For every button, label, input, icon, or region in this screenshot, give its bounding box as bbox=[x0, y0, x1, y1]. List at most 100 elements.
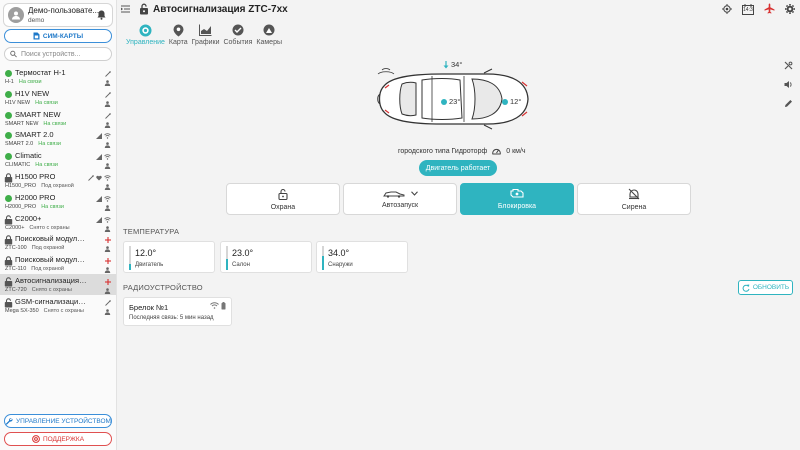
tab-cameras[interactable]: Камеры bbox=[256, 23, 282, 46]
device-meta: ZTC-110 Под охраной bbox=[5, 266, 64, 272]
user-menu[interactable]: Демо-пользовате... demo bbox=[3, 3, 113, 27]
tab-map-label: Карта bbox=[168, 39, 188, 46]
antenna-icon bbox=[105, 91, 111, 100]
speedometer-icon bbox=[492, 148, 501, 155]
device-meta: ZTC-720 Снято с охраны bbox=[5, 287, 72, 293]
tab-events[interactable]: События bbox=[223, 23, 252, 46]
device-name: GSM-сигнализация ... bbox=[15, 296, 87, 306]
engine-block-button[interactable]: Блокировка bbox=[460, 183, 574, 215]
wifi-icon bbox=[104, 174, 111, 183]
device-list-item[interactable]: H1500 PRO H1500_PRO Под охраной bbox=[0, 170, 116, 191]
device-list-item[interactable]: SMART 2.0 SMART 2.0 На связи bbox=[0, 128, 116, 149]
device-model: ZTC-110 bbox=[5, 266, 27, 273]
tab-map[interactable]: Карта bbox=[169, 23, 188, 46]
person-icon bbox=[104, 308, 111, 317]
online-status-dot bbox=[5, 111, 12, 119]
tab-charts[interactable]: Графики bbox=[192, 23, 219, 46]
tab-cameras-label: Камеры bbox=[256, 39, 282, 46]
avatar bbox=[8, 7, 24, 23]
tab-control-label: Управление bbox=[126, 39, 165, 46]
antenna-icon bbox=[105, 299, 111, 308]
keyfob-card[interactable]: Брелок №1 Последняя связь: 5 мин назад bbox=[123, 297, 232, 326]
settings-gear-icon[interactable] bbox=[785, 3, 795, 16]
device-status: Снято с охраны bbox=[31, 287, 72, 293]
camera-icon bbox=[262, 23, 276, 37]
device-meta: H-1 На связи bbox=[5, 79, 42, 85]
device-status-icons bbox=[105, 257, 111, 266]
device-status: На связи bbox=[18, 79, 42, 85]
calendar-label: 14:3 bbox=[743, 7, 753, 13]
cabin-temp-value: 23° bbox=[449, 97, 461, 106]
sim-cards-button[interactable]: СИМ-КАРТЫ bbox=[4, 29, 112, 43]
autostart-button[interactable]: Автозапуск bbox=[343, 183, 457, 215]
bell-icon[interactable] bbox=[97, 10, 106, 22]
device-status-icons bbox=[96, 132, 111, 141]
car-info: городского типа Гидроторф 0 км/ч bbox=[398, 147, 526, 155]
device-name: SMART 2.0 bbox=[15, 130, 54, 140]
refresh-button[interactable]: ОБНОВИТЬ bbox=[738, 280, 793, 295]
device-name: H1500 PRO bbox=[15, 172, 56, 181]
tab-control[interactable]: Управление bbox=[126, 23, 165, 46]
device-name: Автосигнализация Z... bbox=[15, 276, 87, 285]
device-list-item[interactable]: H2000 PRO H2000_PRO На связи bbox=[0, 191, 116, 212]
device-search[interactable] bbox=[4, 47, 112, 61]
car-location: городского типа Гидроторф bbox=[398, 147, 488, 155]
device-status: Снято с охраны bbox=[29, 224, 70, 231]
device-status-icons bbox=[105, 278, 111, 287]
refresh-icon bbox=[742, 284, 750, 292]
device-list-item[interactable]: Поисковый модуль ... ZTC-110 Под охраной bbox=[0, 253, 116, 274]
siren-button[interactable]: Сирена bbox=[577, 183, 691, 215]
device-list-item[interactable]: Автосигнализация Z... ZTC-720 Снято с охра… bbox=[0, 274, 116, 295]
device-status: Под охраной bbox=[31, 245, 65, 252]
support-button[interactable]: ПОДДЕРЖКА bbox=[4, 432, 112, 446]
device-name: SMART NEW bbox=[15, 109, 61, 119]
lock-open-icon bbox=[139, 3, 149, 17]
device-status: На связи bbox=[38, 141, 61, 148]
device-model: ZTC-720 bbox=[5, 287, 27, 293]
arm-button[interactable]: Охрана bbox=[226, 183, 340, 215]
device-name: H1V NEW bbox=[15, 88, 50, 98]
wifi-icon bbox=[104, 153, 111, 162]
device-list-item[interactable]: Термостат H-1 H-1 На связи bbox=[0, 66, 116, 87]
device-list-item[interactable]: GSM-сигнализация ... Mega SX-350 Снято с о… bbox=[0, 295, 116, 316]
main-tabs: Управление Карта Графики События Камеры bbox=[126, 23, 282, 46]
edit-icon[interactable] bbox=[784, 99, 793, 110]
device-model: H-1 bbox=[5, 79, 14, 85]
car-speed: 0 км/ч bbox=[506, 147, 526, 155]
outside-temp-pin: 34° bbox=[443, 60, 462, 69]
device-list-item[interactable]: H1V NEW H1V NEW На связи bbox=[0, 87, 116, 108]
device-status: Снято с охраны bbox=[43, 307, 84, 314]
sim-card-icon bbox=[33, 32, 40, 40]
header-actions: 14:3 bbox=[722, 3, 795, 16]
device-status-icons bbox=[105, 91, 111, 100]
device-status: Под охраной bbox=[41, 183, 74, 189]
calendar-icon[interactable]: 14:3 bbox=[742, 4, 754, 15]
wifi-icon bbox=[104, 195, 111, 204]
refresh-label: ОБНОВИТЬ bbox=[752, 284, 790, 291]
temperature-label: Салон bbox=[232, 262, 250, 268]
engine-status-button[interactable]: Двигатель работает bbox=[419, 160, 497, 176]
device-list-item[interactable]: C2000+ C2000+ Снято с охраны bbox=[0, 212, 116, 233]
device-list-item[interactable]: Поисковый модуль ... ZTC-100 Под охраной bbox=[0, 232, 116, 253]
search-icon bbox=[10, 50, 17, 58]
manage-device-button[interactable]: УПРАВЛЕНИЕ УСТРОЙСТВОМ bbox=[4, 414, 112, 428]
device-status-icons bbox=[96, 153, 111, 162]
chevron-down-icon[interactable] bbox=[410, 191, 418, 196]
engine-temp-value: 12° bbox=[510, 97, 522, 106]
device-meta: CLIMATIC На связи bbox=[5, 162, 58, 168]
airplane-icon[interactable] bbox=[764, 3, 775, 16]
device-list-item[interactable]: SMART NEW SMART NEW На связи bbox=[0, 108, 116, 129]
tools-icon[interactable] bbox=[784, 61, 793, 72]
cabin-temp-pin: 23° bbox=[441, 97, 460, 106]
device-model: SMART 2.0 bbox=[5, 141, 34, 148]
engine-temp-pin: 12° bbox=[502, 97, 521, 106]
wrench-icon bbox=[5, 418, 13, 425]
device-list-item[interactable]: Climatic CLIMATIC На связи bbox=[0, 149, 116, 170]
collapse-sidebar-icon[interactable] bbox=[121, 5, 130, 15]
device-status: На связи bbox=[41, 203, 64, 210]
wifi-icon bbox=[104, 216, 111, 225]
antenna-icon bbox=[105, 112, 111, 121]
volume-icon[interactable] bbox=[784, 80, 793, 91]
search-input[interactable] bbox=[21, 50, 111, 58]
locate-icon[interactable] bbox=[722, 3, 732, 16]
